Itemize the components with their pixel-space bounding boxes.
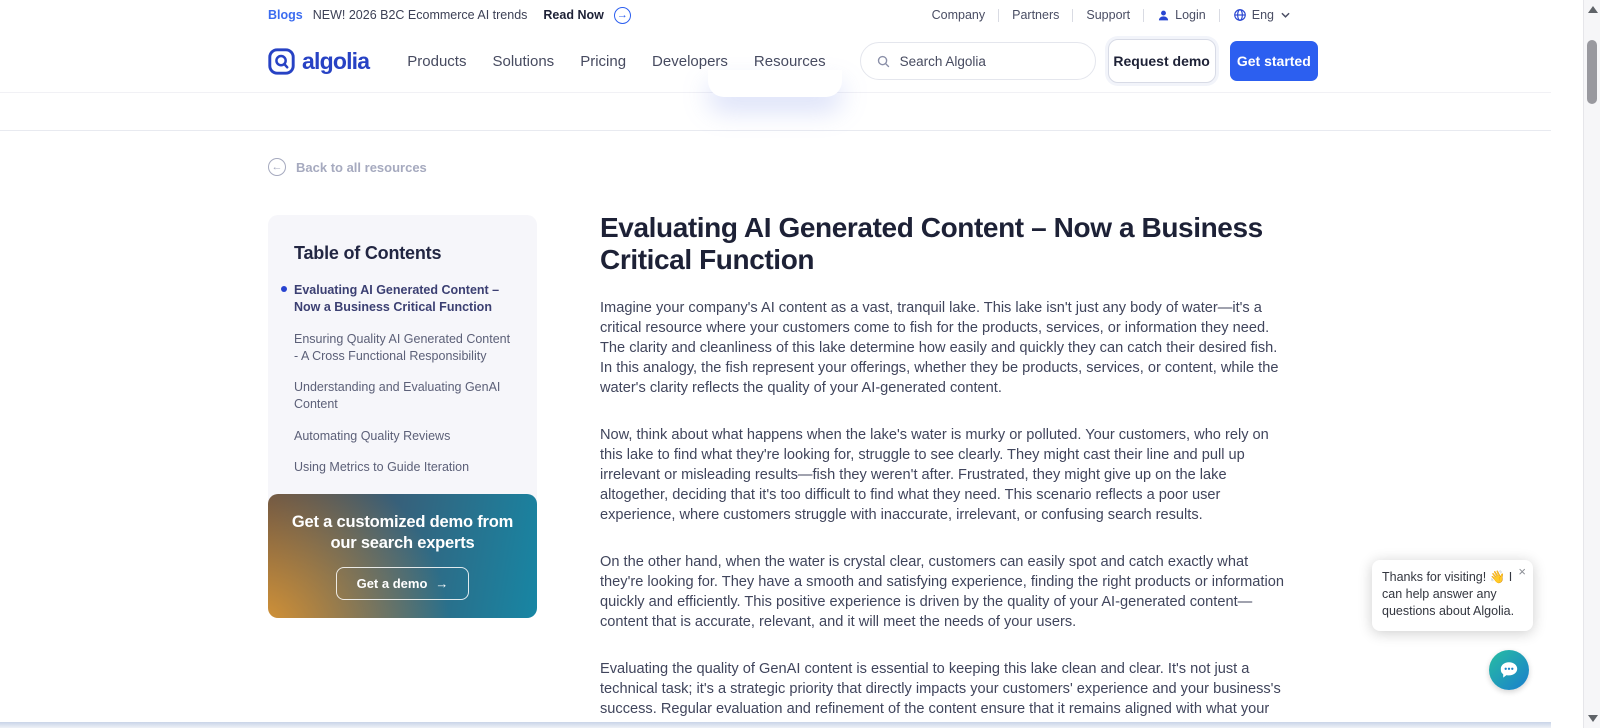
article-title: Evaluating AI Generated Content – Now a …: [600, 212, 1263, 276]
announcement-right: Company Partners Support Login Eng: [932, 8, 1290, 22]
back-to-resources-link[interactable]: ← Back to all resources: [268, 158, 427, 176]
table-of-contents: Table of Contents Evaluating AI Generate…: [268, 215, 537, 514]
toc-item-label: Automating Quality Reviews: [294, 428, 451, 443]
close-icon[interactable]: ×: [1518, 565, 1526, 578]
algolia-logo[interactable]: algolia: [268, 47, 370, 75]
search-flyout-remnant: [708, 70, 842, 97]
blogs-link[interactable]: Blogs: [268, 8, 303, 22]
article-paragraph: On the other hand, when the water is cry…: [600, 554, 1284, 631]
scrollbar-thumb[interactable]: [1587, 40, 1597, 104]
arrow-right-icon: →: [435, 576, 449, 592]
toc-item-ensuring-quality[interactable]: Ensuring Quality AI Generated Content - …: [294, 331, 511, 366]
active-bullet-icon: [281, 286, 287, 292]
login-link[interactable]: Login: [1157, 8, 1206, 22]
vertical-scrollbar[interactable]: [1583, 0, 1600, 728]
read-now-link[interactable]: Read Now: [543, 8, 603, 22]
user-icon: [1157, 9, 1170, 22]
site-search[interactable]: [859, 42, 1096, 80]
article: Evaluating AI Generated Content – Now a …: [600, 212, 1292, 728]
divider: [1143, 8, 1145, 22]
header-divider: [0, 130, 1551, 131]
chat-bubble-icon: [1497, 658, 1521, 682]
chat-greeting-text: Thanks for visiting! 👋 I can help answer…: [1382, 570, 1515, 618]
announcement-left: Blogs NEW! 2026 B2C Ecommerce AI trends …: [268, 6, 631, 24]
login-label: Login: [1175, 8, 1206, 22]
arrow-right-circle-icon[interactable]: →: [613, 6, 631, 24]
request-demo-button[interactable]: Request demo: [1107, 39, 1216, 83]
chat-greeting-tooltip: × Thanks for visiting! 👋 I can help answ…: [1372, 560, 1533, 631]
chat-launcher-button[interactable]: [1489, 650, 1529, 690]
announcement-bar: Blogs NEW! 2026 B2C Ecommerce AI trends …: [268, 0, 1290, 30]
article-paragraph: Now, think about what happens when the l…: [600, 427, 1269, 524]
algolia-logo-icon: [268, 47, 295, 75]
scroll-down-arrow-icon[interactable]: [1588, 715, 1598, 722]
nav-item-products[interactable]: Products: [407, 53, 466, 70]
toc-item-understanding[interactable]: Understanding and Evaluating GenAI Conte…: [294, 379, 511, 414]
toc-title: Table of Contents: [294, 243, 442, 263]
toc-item-label: Ensuring Quality AI Generated Content - …: [294, 331, 511, 363]
globe-icon: [1233, 8, 1247, 22]
announcement-text: NEW! 2026 B2C Ecommerce AI trends: [312, 8, 528, 22]
toc-item-label: Using Metrics to Guide Iteration: [294, 459, 470, 474]
scroll-up-arrow-icon[interactable]: [1588, 6, 1598, 13]
chevron-down-icon: [1281, 12, 1290, 18]
topbar-link-support[interactable]: Support: [1086, 8, 1130, 22]
nav-item-resources[interactable]: Resources: [754, 53, 826, 70]
toc-item-label: Understanding and Evaluating GenAI Conte…: [294, 380, 501, 412]
get-started-button[interactable]: Get started: [1229, 41, 1318, 81]
divider: [998, 8, 1000, 22]
divider: [1072, 8, 1074, 22]
page: Blogs NEW! 2026 B2C Ecommerce AI trends …: [0, 0, 1600, 728]
algolia-wordmark: algolia: [302, 47, 370, 74]
cta-heading: Get a customized demo from our search ex…: [291, 512, 514, 552]
arrow-left-circle-icon: ←: [268, 158, 286, 176]
article-paragraph: Evaluating the quality of GenAI content …: [600, 661, 1281, 728]
nav-item-solutions[interactable]: Solutions: [492, 53, 554, 70]
search-input[interactable]: [899, 53, 1080, 69]
article-paragraph: Imagine your company's AI content as a v…: [600, 300, 1279, 397]
viewport-bottom-edge: [0, 722, 1551, 728]
language-selector[interactable]: Eng: [1233, 8, 1290, 22]
cta-button-label: Get a demo: [356, 576, 428, 592]
topbar-link-partners[interactable]: Partners: [1012, 8, 1059, 22]
toc-item-evaluating[interactable]: Evaluating AI Generated Content – Now a …: [281, 282, 511, 317]
nav-item-developers[interactable]: Developers: [652, 53, 728, 70]
search-icon: [876, 54, 891, 69]
nav-links: Products Solutions Pricing Developers Re…: [407, 53, 825, 70]
language-label: Eng: [1251, 8, 1274, 22]
toc-item-metrics[interactable]: Using Metrics to Guide Iteration: [294, 459, 511, 476]
toc-item-label: Evaluating AI Generated Content – Now a …: [294, 283, 500, 315]
get-a-demo-button[interactable]: Get a demo →: [335, 567, 470, 601]
demo-cta-card: Get a customized demo from our search ex…: [268, 494, 537, 618]
divider: [1218, 8, 1220, 22]
nav-item-pricing[interactable]: Pricing: [580, 53, 626, 70]
toc-item-automating[interactable]: Automating Quality Reviews: [294, 428, 511, 445]
back-link-label: Back to all resources: [296, 159, 427, 175]
topbar-link-company[interactable]: Company: [932, 8, 986, 22]
